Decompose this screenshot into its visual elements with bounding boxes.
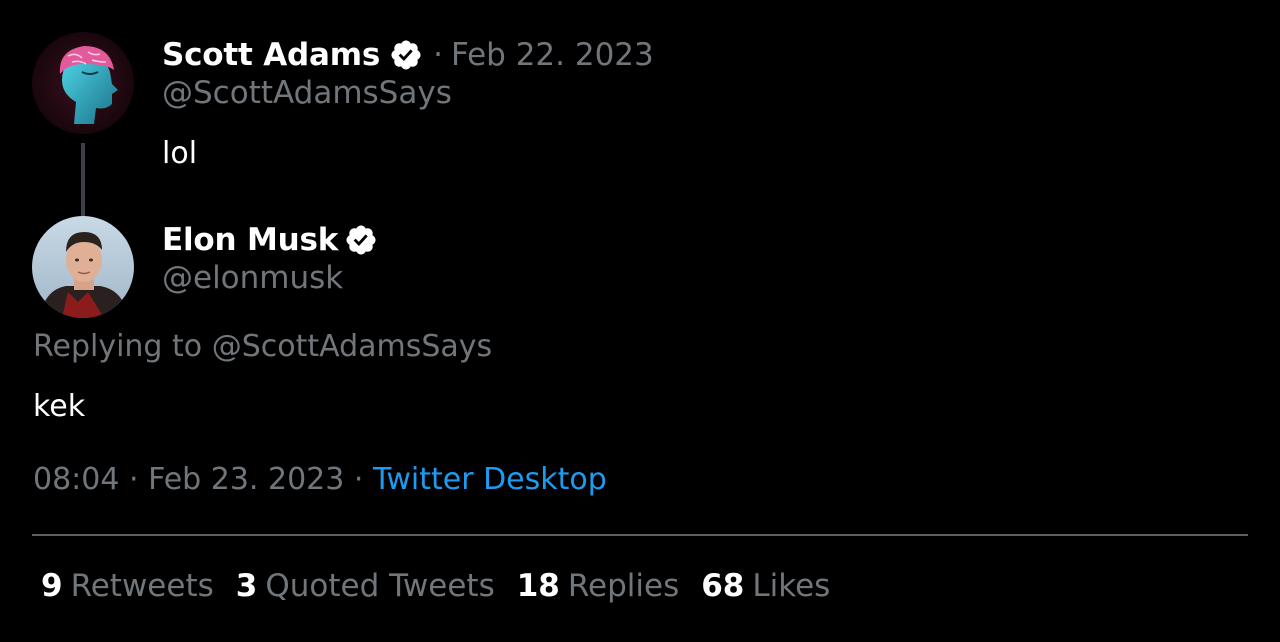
timestamp-separator: ·	[129, 462, 139, 497]
original-tweet-date[interactable]: Feb 22. 2023	[451, 37, 654, 73]
replies-label: Replies	[567, 568, 680, 604]
retweets-count: 9	[41, 568, 63, 604]
timestamp-separator: ·	[353, 462, 364, 497]
reply-handle[interactable]: @elonmusk	[162, 260, 343, 296]
engagement-stats: 9 Retweets 3 Quoted Tweets 18 Replies 68 Lik…	[41, 568, 852, 604]
replies-count: 18	[516, 568, 560, 604]
tweet-timestamp-line: 08:04 · Feb 23. 2023 · Twitter Desktop	[33, 462, 607, 497]
reply-display-name[interactable]: Elon Musk	[162, 222, 338, 258]
quoted-tweets-count: 3	[235, 568, 258, 604]
reply-tweet-text: kek	[33, 389, 86, 424]
scott-adams-avatar[interactable]	[32, 32, 134, 134]
stats-divider	[32, 534, 1248, 536]
person-avatar-icon	[32, 216, 134, 318]
header-separator: ·	[433, 37, 443, 73]
verified-badge-icon	[389, 38, 423, 72]
likes-stat[interactable]: 68 Likes	[701, 568, 830, 604]
original-display-name[interactable]: Scott Adams	[162, 37, 380, 73]
original-tweet-text: lol	[162, 136, 198, 171]
quoted-tweets-stat[interactable]: 3 Quoted Tweets	[236, 568, 495, 604]
likes-count: 68	[701, 568, 745, 604]
retweets-label: Retweets	[70, 568, 214, 604]
likes-label: Likes	[752, 568, 831, 604]
verified-badge-icon	[344, 223, 378, 257]
brain-head-avatar-icon	[32, 32, 134, 134]
retweets-stat[interactable]: 9 Retweets	[41, 568, 214, 604]
reply-tweet-header: Elon Musk	[162, 222, 378, 258]
replying-to-handle[interactable]: @ScottAdamsSays	[212, 329, 493, 364]
tweet-date[interactable]: Feb 23. 2023	[148, 462, 344, 497]
replying-to-line: Replying to @ScottAdamsSays	[33, 329, 492, 364]
quoted-tweets-label: Quoted Tweets	[265, 568, 495, 604]
tweet-thread: Scott Adams · Feb 22. 2023 @ScottAdamsSa…	[0, 0, 1280, 642]
tweet-source-link[interactable]: Twitter Desktop	[373, 462, 607, 497]
replies-stat[interactable]: 18 Replies	[517, 568, 680, 604]
replying-prefix: Replying to	[33, 329, 203, 364]
original-handle[interactable]: @ScottAdamsSays	[162, 75, 452, 111]
original-tweet-header: Scott Adams · Feb 22. 2023	[162, 37, 654, 73]
thread-connector-line	[81, 143, 85, 217]
elon-musk-avatar[interactable]	[32, 216, 134, 318]
tweet-time[interactable]: 08:04	[33, 462, 119, 497]
